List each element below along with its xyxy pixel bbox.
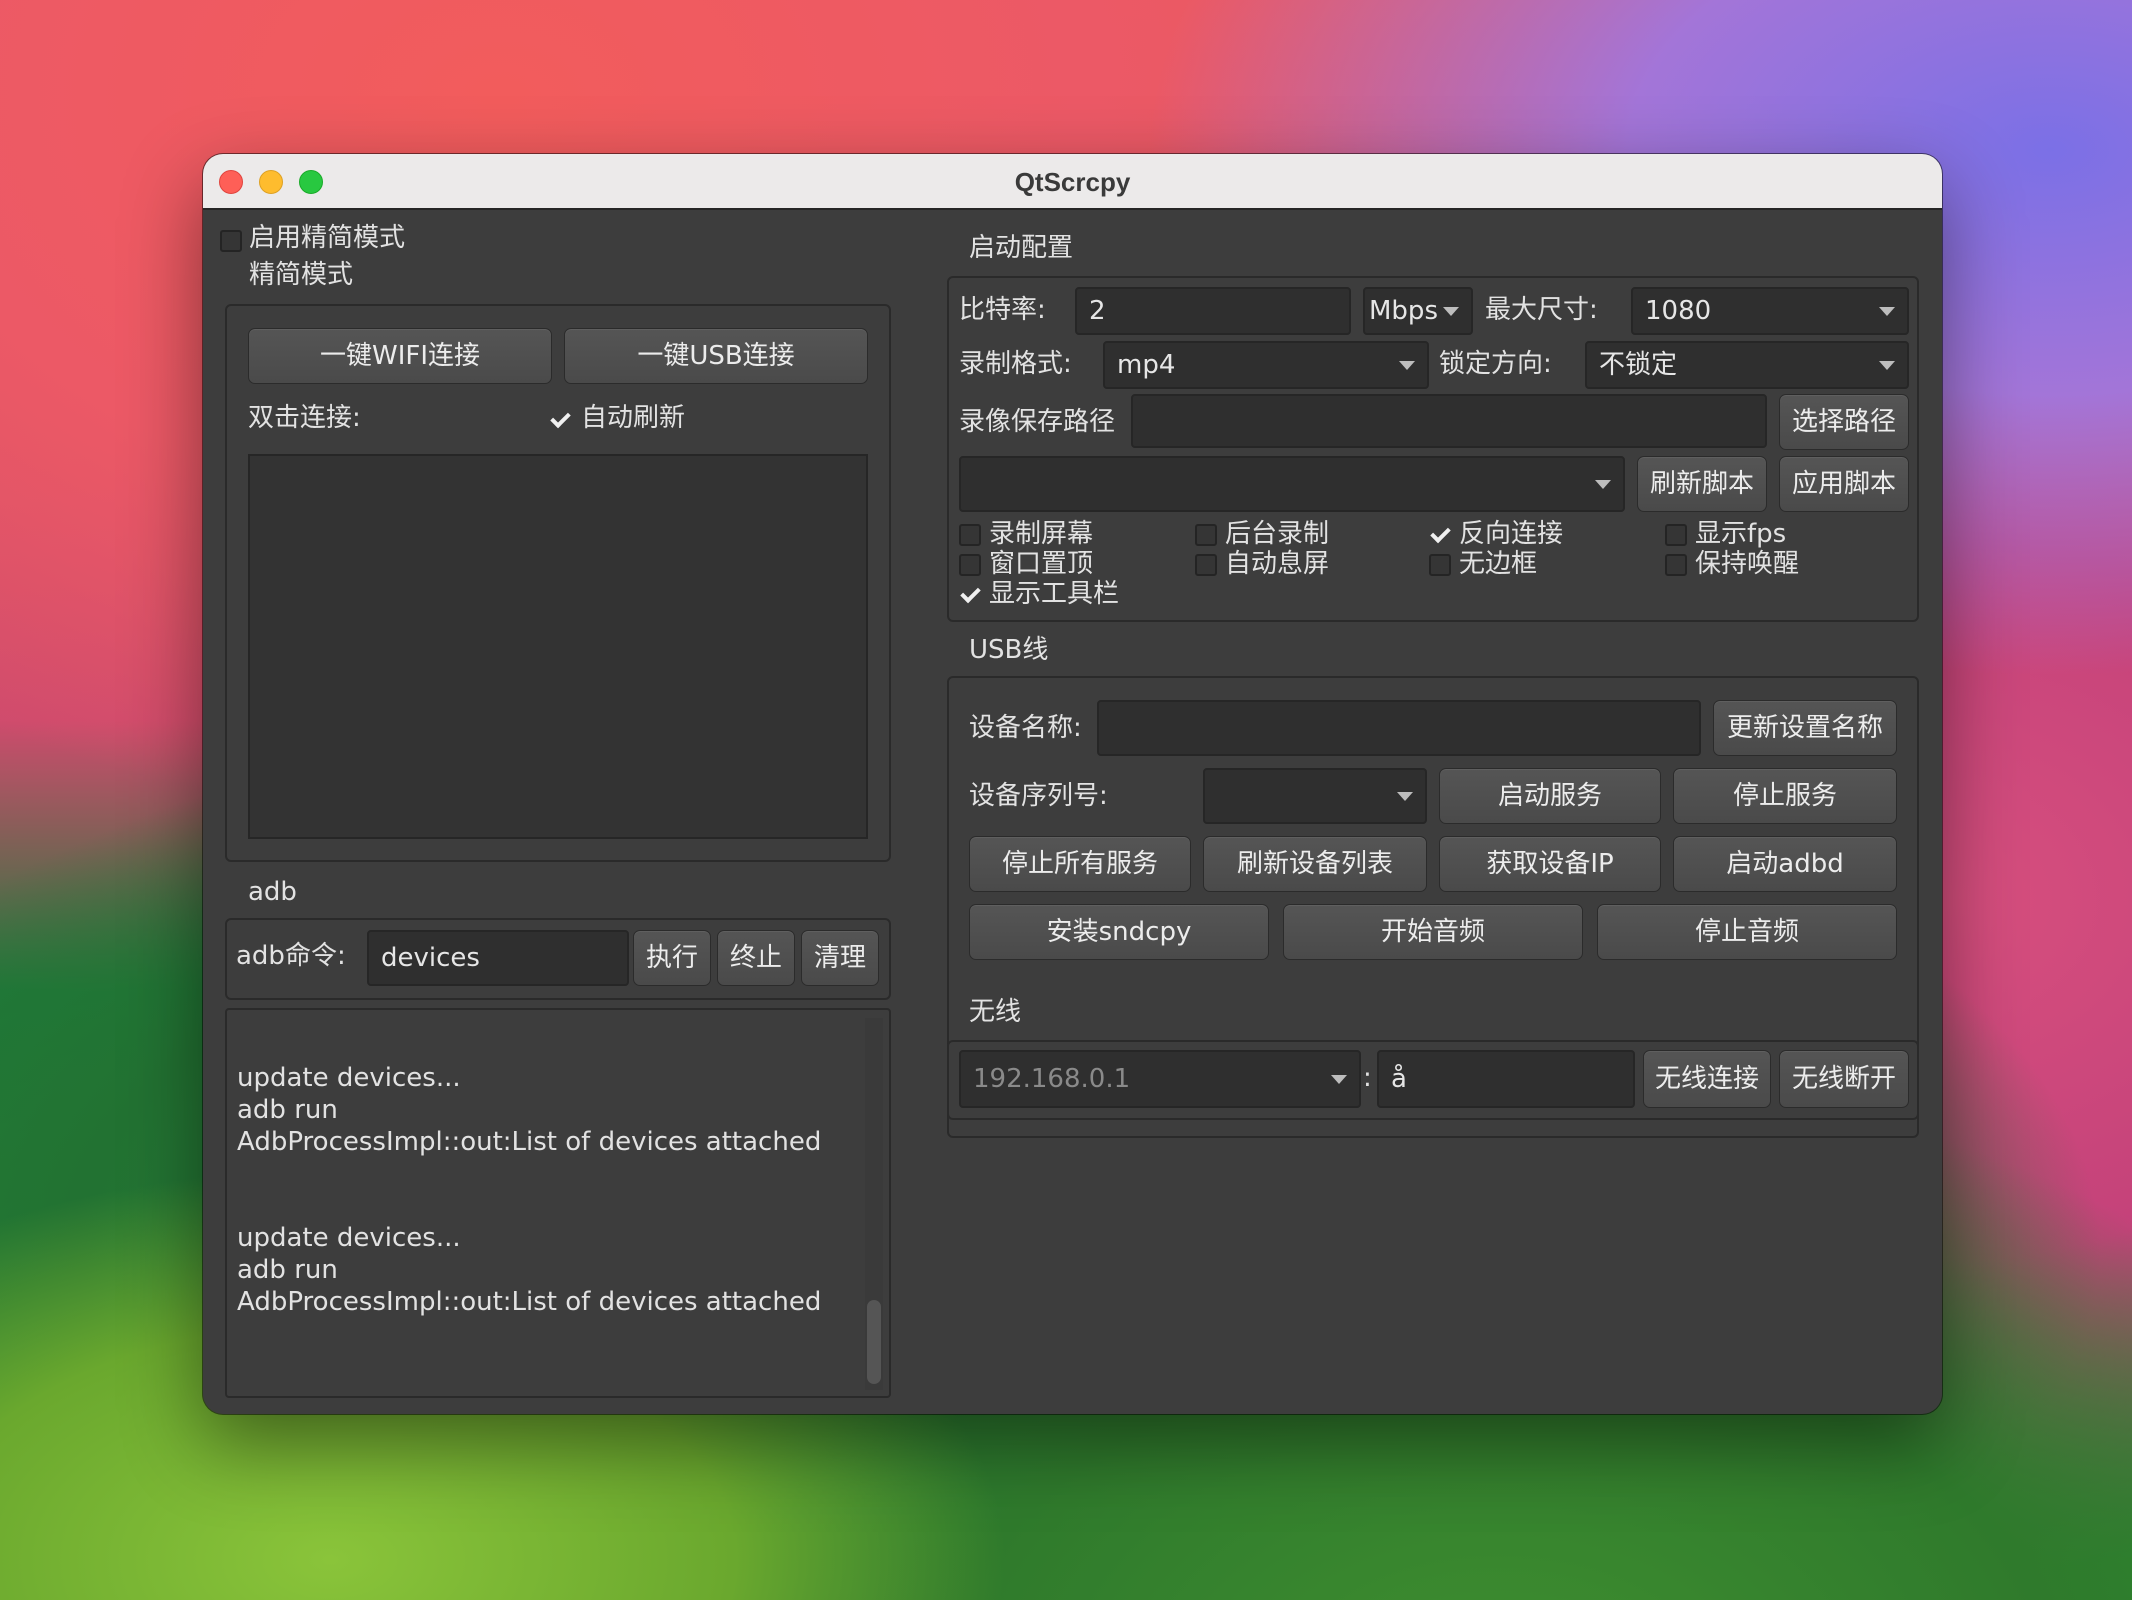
clear-button[interactable]: 清理: [801, 930, 879, 986]
chevron-down-icon: [1879, 307, 1895, 316]
stop-all-services-button[interactable]: 停止所有服务: [969, 836, 1191, 892]
update-device-name-button[interactable]: 更新设置名称: [1713, 700, 1897, 756]
chevron-down-icon: [1331, 1075, 1347, 1084]
stop-audio-button[interactable]: 停止音频: [1597, 904, 1897, 960]
refresh-device-list-button[interactable]: 刷新设备列表: [1203, 836, 1427, 892]
device-name-input[interactable]: [1097, 700, 1701, 756]
stay-awake-label: 保持唤醒: [1695, 549, 1800, 579]
lock-orientation-value: 不锁定: [1599, 350, 1678, 380]
record-path-label: 录像保存路径: [959, 407, 1116, 437]
lock-orientation-label: 锁定方向:: [1439, 349, 1552, 379]
background-record-label: 后台录制: [1225, 519, 1330, 549]
chevron-down-icon: [1595, 480, 1611, 489]
window-on-top-checkbox[interactable]: [959, 554, 981, 576]
maximize-window-button[interactable]: [299, 170, 323, 194]
reverse-connect-checkbox[interactable]: [1429, 524, 1451, 546]
auto-screen-off-checkbox[interactable]: [1195, 554, 1217, 576]
wireless-disconnect-button[interactable]: 无线断开: [1779, 1050, 1909, 1108]
simple-mode-label: 启用精简模式: [249, 223, 406, 253]
background-record-checkbox[interactable]: [1195, 524, 1217, 546]
install-sndcpy-button[interactable]: 安装sndcpy: [969, 904, 1269, 960]
max-size-value: 1080: [1645, 296, 1712, 326]
select-path-button[interactable]: 选择路径: [1779, 394, 1909, 450]
chevron-down-icon: [1443, 307, 1459, 316]
show-fps-checkbox[interactable]: [1665, 524, 1687, 546]
max-size-select[interactable]: 1080: [1631, 287, 1909, 335]
wireless-ip-placeholder: 192.168.0.1: [973, 1064, 1131, 1094]
auto-refresh-checkbox[interactable]: [549, 409, 571, 431]
bitrate-label: 比特率:: [959, 295, 1046, 325]
record-screen-checkbox[interactable]: [959, 524, 981, 546]
get-device-ip-button[interactable]: 获取设备IP: [1439, 836, 1661, 892]
chevron-down-icon: [1397, 792, 1413, 801]
device-serial-select[interactable]: [1203, 768, 1427, 824]
window-on-top-label: 窗口置顶: [989, 549, 1094, 579]
record-screen-label: 录制屏幕: [989, 519, 1094, 549]
usb-connect-button[interactable]: 一键USB连接: [564, 328, 868, 384]
ip-port-separator: :: [1363, 1063, 1372, 1093]
terminate-button[interactable]: 终止: [717, 930, 795, 986]
frameless-checkbox[interactable]: [1429, 554, 1451, 576]
auto-screen-off-label: 自动息屏: [1225, 549, 1330, 579]
log-line: adb run: [237, 1255, 338, 1285]
adb-group-title: adb: [248, 877, 297, 907]
device-name-label: 设备名称:: [969, 713, 1082, 743]
device-list[interactable]: [248, 454, 868, 839]
wifi-connect-button[interactable]: 一键WIFI连接: [248, 328, 552, 384]
show-toolbar-label: 显示工具栏: [989, 579, 1120, 609]
auto-refresh-label: 自动刷新: [581, 403, 686, 433]
start-audio-button[interactable]: 开始音频: [1283, 904, 1583, 960]
adb-command-input[interactable]: devices: [367, 930, 629, 986]
log-line: AdbProcessImpl::out:List of devices atta…: [237, 1287, 822, 1317]
window-title: QtScrcpy: [1014, 167, 1131, 197]
log-scrollbar[interactable]: [865, 1018, 883, 1390]
show-toolbar-checkbox[interactable]: [959, 584, 981, 606]
stay-awake-checkbox[interactable]: [1665, 554, 1687, 576]
chevron-down-icon: [1879, 361, 1895, 370]
usb-group-title: USB线: [969, 635, 1049, 665]
double-click-connect-label: 双击连接:: [248, 403, 361, 433]
adb-log-output[interactable]: update devices... adb run AdbProcessImpl…: [225, 1008, 891, 1398]
wireless-ip-select[interactable]: 192.168.0.1: [959, 1050, 1361, 1108]
wireless-port-input[interactable]: å: [1377, 1050, 1635, 1108]
execute-button[interactable]: 执行: [633, 930, 711, 986]
frameless-label: 无边框: [1459, 549, 1538, 579]
log-scrollbar-thumb[interactable]: [867, 1300, 881, 1384]
show-fps-label: 显示fps: [1695, 519, 1787, 549]
reverse-connect-label: 反向连接: [1459, 519, 1564, 549]
wireless-connect-button[interactable]: 无线连接: [1643, 1050, 1771, 1108]
lock-orientation-select[interactable]: 不锁定: [1585, 341, 1909, 389]
max-size-label: 最大尺寸:: [1485, 295, 1598, 325]
log-line: update devices...: [237, 1223, 461, 1253]
bitrate-unit-value: Mbps: [1369, 296, 1438, 326]
wireless-group-title: 无线: [969, 997, 1022, 1027]
app-window: QtScrcpy 启用精简模式 精简模式 一键WIFI连接 一键USB连接 双击…: [203, 154, 1942, 1414]
apply-script-button[interactable]: 应用脚本: [1779, 456, 1909, 512]
simple-mode-group-title: 精简模式: [249, 260, 354, 290]
record-format-select[interactable]: mp4: [1103, 341, 1429, 389]
record-path-input[interactable]: [1131, 394, 1767, 448]
log-line: update devices...: [237, 1063, 461, 1093]
script-select[interactable]: [959, 456, 1625, 512]
device-serial-label: 设备序列号:: [969, 781, 1108, 811]
record-format-label: 录制格式:: [959, 349, 1072, 379]
minimize-window-button[interactable]: [259, 170, 283, 194]
start-config-group-title: 启动配置: [969, 233, 1074, 263]
close-window-button[interactable]: [219, 170, 243, 194]
bitrate-unit-select[interactable]: Mbps: [1363, 287, 1473, 335]
refresh-script-button[interactable]: 刷新脚本: [1637, 456, 1767, 512]
simple-mode-checkbox[interactable]: [220, 230, 242, 252]
log-line: AdbProcessImpl::out:List of devices atta…: [237, 1127, 822, 1157]
start-service-button[interactable]: 启动服务: [1439, 768, 1661, 824]
record-format-value: mp4: [1117, 350, 1176, 380]
adb-command-label: adb命令:: [236, 941, 346, 971]
bitrate-input[interactable]: 2: [1075, 287, 1351, 335]
stop-service-button[interactable]: 停止服务: [1673, 768, 1897, 824]
start-adbd-button[interactable]: 启动adbd: [1673, 836, 1897, 892]
title-bar: QtScrcpy: [203, 154, 1942, 210]
chevron-down-icon: [1399, 361, 1415, 370]
log-line: adb run: [237, 1095, 338, 1125]
